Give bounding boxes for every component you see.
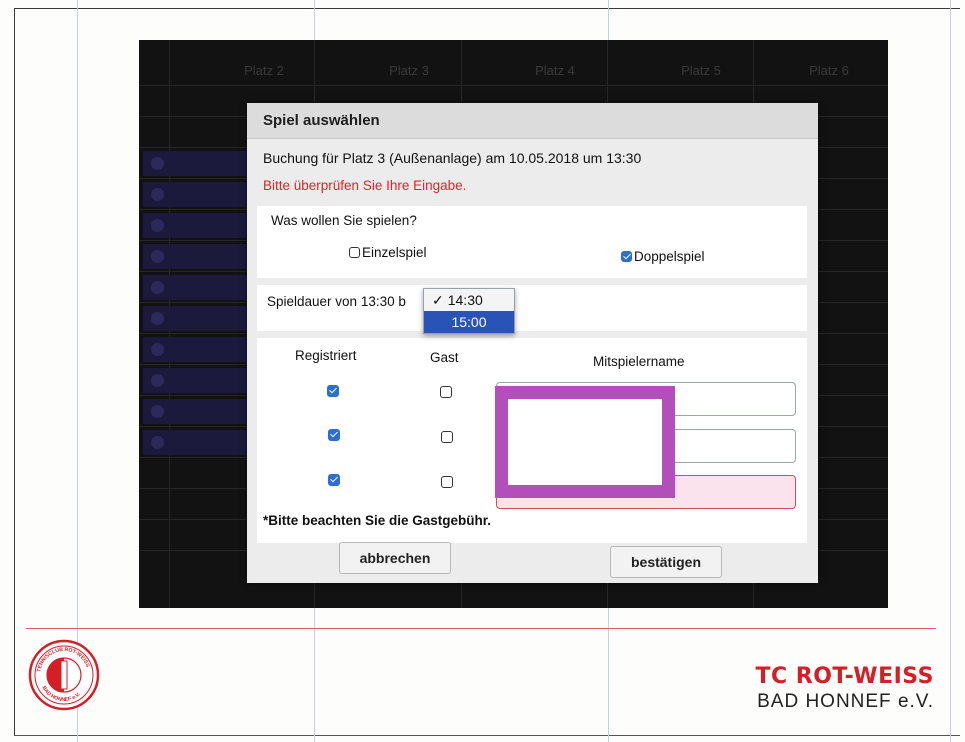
guide-line: [77, 0, 78, 742]
dialog-title: Spiel auswählen: [247, 103, 818, 139]
club-logo: TENNISCLUB ROT-WEISS BAD HONNEF e.V.: [28, 639, 100, 711]
player-icon: [151, 436, 164, 449]
footer-divider: [26, 628, 936, 629]
court-header: Platz 6: [809, 62, 849, 78]
player-icon: [151, 374, 164, 387]
booked-slot[interactable]: [143, 306, 247, 331]
court-header: Platz 4: [535, 62, 575, 78]
booked-slot[interactable]: [143, 368, 247, 393]
duration-label: Spieldauer von 13:30 b: [267, 294, 406, 309]
booking-info: Buchung für Platz 3 (Außenanlage) am 10.…: [263, 150, 642, 166]
registered-checkbox[interactable]: [328, 429, 340, 441]
guest-checkbox[interactable]: [441, 431, 453, 443]
confirm-button[interactable]: bestätigen: [610, 546, 722, 578]
player-name-column-header: Mitspielername: [593, 354, 685, 369]
player-icon: [151, 312, 164, 325]
guest-column-header: Gast: [430, 350, 459, 365]
double-game-label: Doppelspiel: [634, 249, 705, 264]
single-game-option[interactable]: Einzelspiel: [349, 245, 427, 260]
booked-slot[interactable]: [143, 151, 247, 176]
court-header: Platz 3: [389, 62, 429, 78]
player-icon: [151, 250, 164, 263]
redaction-box: [495, 386, 675, 498]
booked-slot[interactable]: [143, 275, 247, 300]
club-name-line2: BAD HONNEF e.V.: [757, 691, 934, 712]
club-name-line1: TC ROT-WEISS: [755, 664, 934, 689]
court-header: Platz 2: [244, 62, 284, 78]
booked-slot[interactable]: [143, 337, 247, 362]
player-icon: [151, 343, 164, 356]
club-name: TC ROT-WEISS BAD HONNEF e.V.: [755, 664, 934, 713]
guest-checkbox[interactable]: [441, 476, 453, 488]
duration-option-highlighted[interactable]: 15:00: [424, 311, 514, 333]
checkmark-icon: ✓: [432, 291, 444, 308]
booked-slot[interactable]: [143, 244, 247, 269]
player-icon: [151, 219, 164, 232]
double-game-checkbox[interactable]: [621, 251, 632, 262]
duration-option-label: 14:30: [447, 292, 483, 308]
guide-line: [950, 0, 951, 742]
player-icon: [151, 281, 164, 294]
court-header: Platz 5: [681, 62, 721, 78]
player-icon: [151, 188, 164, 201]
booked-slot[interactable]: [143, 399, 247, 424]
registered-checkbox[interactable]: [327, 385, 339, 397]
select-game-dialog: Spiel auswählen Buchung für Platz 3 (Auß…: [247, 103, 818, 583]
error-message: Bitte überprüfen Sie Ihre Eingabe.: [263, 178, 467, 193]
double-game-option[interactable]: Doppelspiel: [621, 249, 705, 264]
duration-dropdown[interactable]: ✓ 14:30 15:00: [423, 288, 515, 334]
duration-option-selected[interactable]: ✓ 14:30: [424, 289, 514, 311]
booked-slot[interactable]: [143, 182, 247, 207]
registered-checkbox[interactable]: [328, 474, 340, 486]
registered-column-header: Registriert: [295, 348, 357, 363]
game-type-question: Was wollen Sie spielen?: [271, 213, 417, 228]
cancel-button[interactable]: abbrechen: [339, 542, 451, 574]
player-icon: [151, 157, 164, 170]
duration-option-label: 15:00: [451, 314, 487, 330]
booked-slot[interactable]: [143, 430, 247, 455]
single-game-label: Einzelspiel: [362, 245, 427, 260]
single-game-checkbox[interactable]: [349, 247, 360, 258]
player-icon: [151, 405, 164, 418]
guest-checkbox[interactable]: [440, 386, 452, 398]
booked-slot[interactable]: [143, 213, 247, 238]
guest-fee-note: *Bitte beachten Sie die Gastgebühr.: [263, 513, 492, 528]
